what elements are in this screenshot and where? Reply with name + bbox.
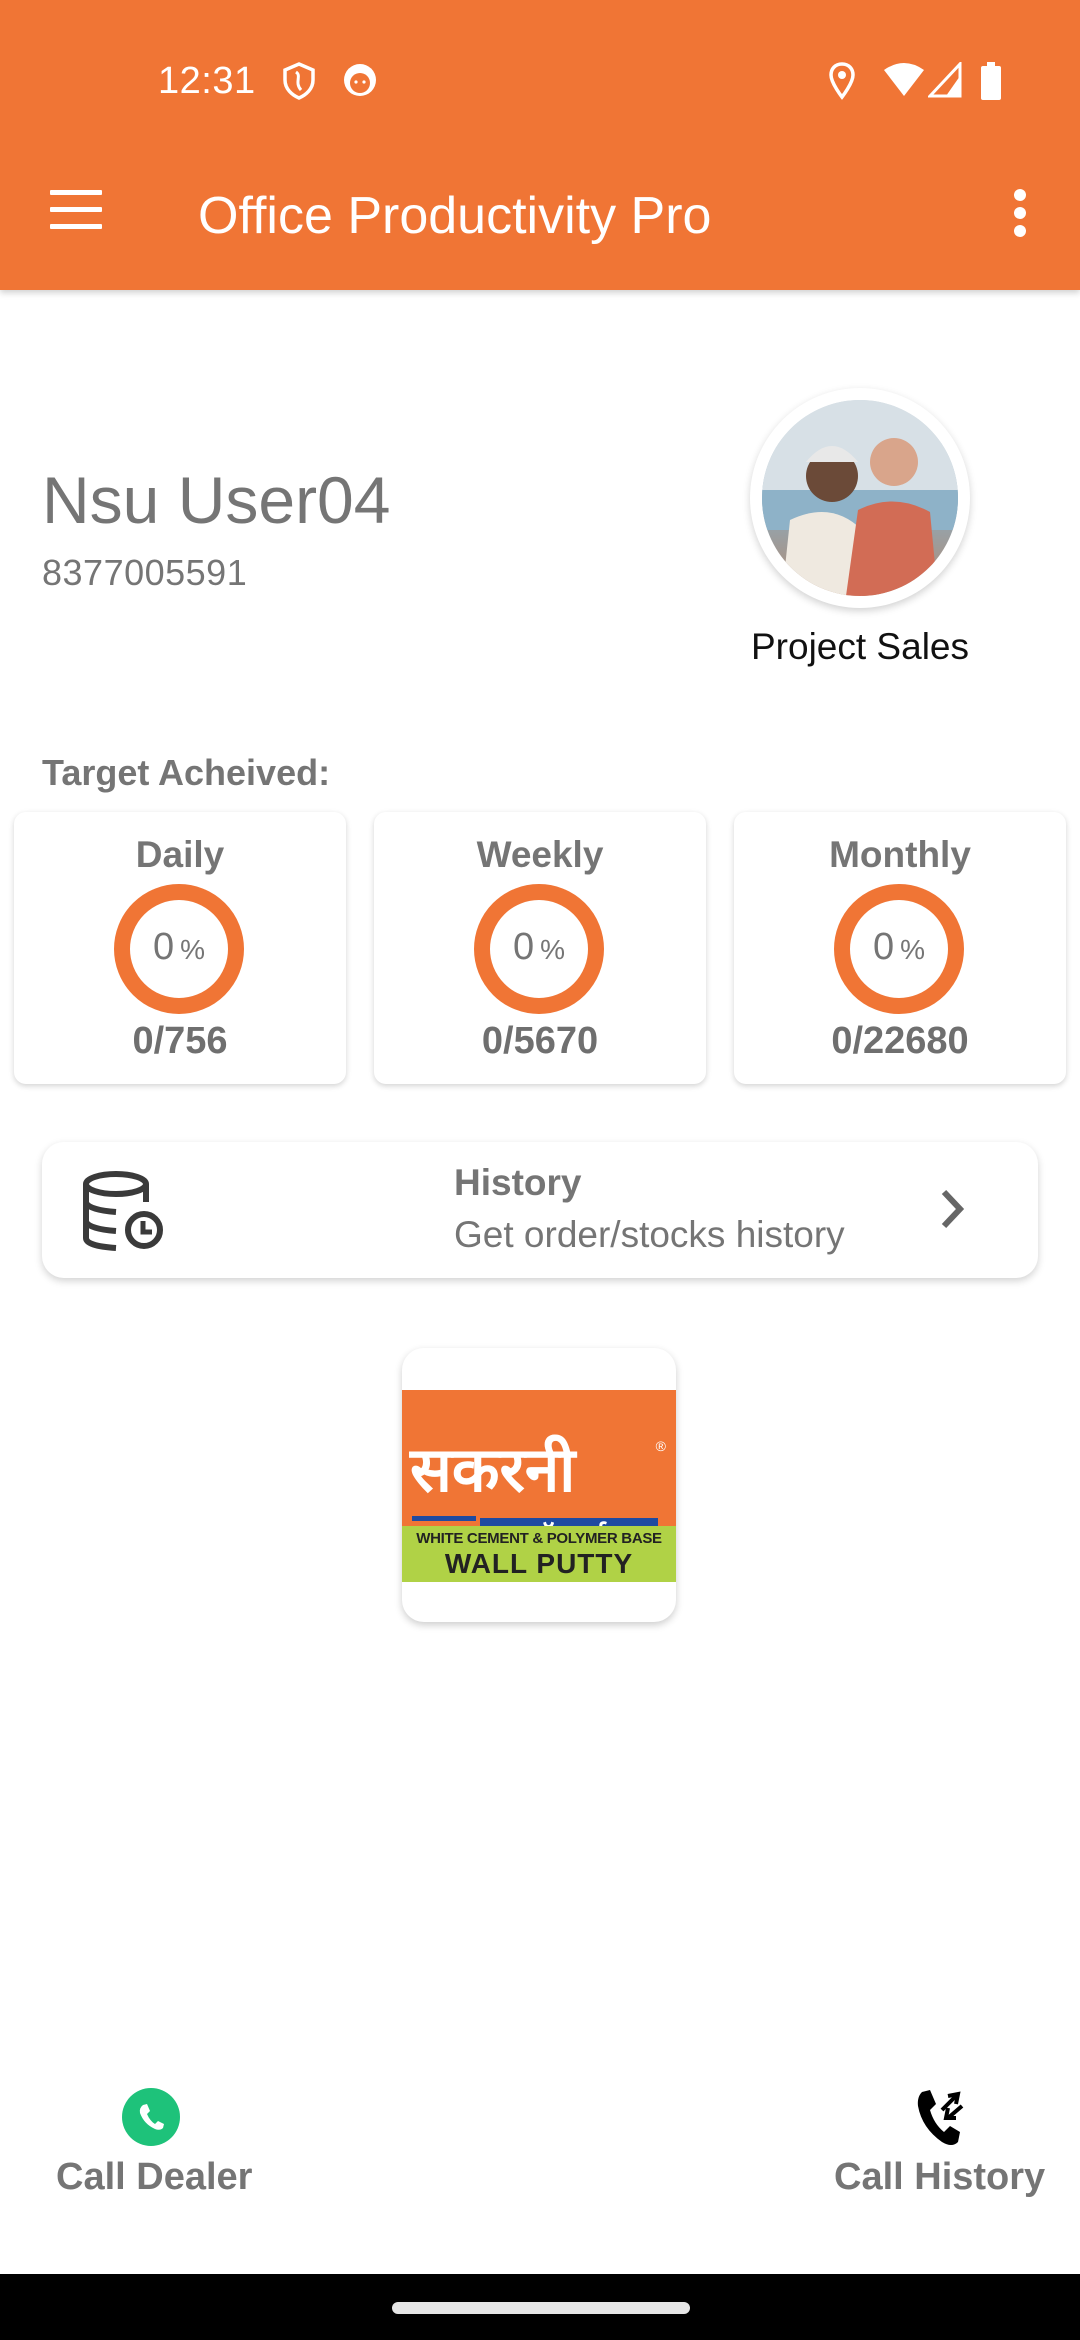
brand-logo-banner: सकरनी ® वॉलगार्ड	[402, 1390, 676, 1554]
target-count: 0/22680	[831, 1020, 969, 1062]
brand-tagline-line1: WHITE CEMENT & POLYMER BASE	[416, 1530, 662, 1547]
home-gesture-handle[interactable]	[392, 2302, 690, 2314]
target-percent: 0%	[152, 926, 206, 968]
user-phone: 8377005591	[42, 552, 248, 593]
user-name: Nsu User04	[42, 463, 391, 537]
wifi-icon	[884, 63, 924, 96]
target-period-label: Daily	[135, 834, 225, 875]
signal-icon	[928, 62, 962, 98]
location-icon	[829, 62, 855, 100]
call-dealer-label: Call Dealer	[56, 2156, 253, 2198]
target-count: 0/756	[132, 1020, 228, 1062]
brand-tagline: WHITE CEMENT & POLYMER BASE WALL PUTTY	[402, 1526, 676, 1582]
app-title: Office Productivity Pro	[198, 187, 712, 245]
target-percent: 0%	[872, 926, 926, 968]
history-subtitle: Get order/stocks history	[454, 1214, 845, 1255]
target-card-weekly: Weekly 0% 0/5670	[374, 812, 706, 1084]
user-role: Project Sales	[751, 626, 969, 667]
target-period-label: Monthly	[829, 834, 971, 875]
progress-ring: 0%	[114, 884, 244, 1014]
avatar-photo	[762, 400, 958, 596]
brand-tagline-line2: WALL PUTTY	[444, 1548, 634, 1579]
more-vert-icon[interactable]	[1000, 185, 1040, 241]
brand-hindi-name: सकरनी	[410, 1433, 576, 1506]
database-clock-icon	[83, 1171, 163, 1251]
chevron-right-icon	[941, 1189, 965, 1229]
cat-icon	[344, 64, 376, 96]
target-period-label: Weekly	[476, 834, 604, 875]
history-title: History	[454, 1162, 582, 1203]
battery-icon	[981, 62, 1001, 100]
app-bar: 12:31 Office Productivity Pro	[0, 0, 1080, 290]
shield-icon	[283, 62, 315, 100]
call-history-icon	[917, 2090, 964, 2145]
system-nav-bar	[0, 2274, 1080, 2340]
target-achieved-label: Target Acheived:	[42, 752, 331, 793]
history-button[interactable]: History Get order/stocks history	[42, 1142, 1038, 1278]
target-card-monthly: Monthly 0% 0/22680	[734, 812, 1066, 1084]
avatar[interactable]	[750, 388, 970, 608]
status-time: 12:31	[158, 60, 256, 102]
target-card-daily: Daily 0% 0/756	[14, 812, 346, 1084]
phone-icon	[122, 2088, 180, 2146]
progress-ring: 0%	[834, 884, 964, 1014]
target-percent: 0%	[512, 926, 566, 968]
registered-mark: ®	[655, 1438, 666, 1454]
brand-logo[interactable]: सकरनी ® वॉलगार्ड WHITE CEMENT & POLYMER …	[402, 1348, 676, 1622]
hamburger-menu-icon[interactable]	[44, 186, 108, 236]
target-count: 0/5670	[481, 1020, 599, 1062]
call-history-label: Call History	[834, 2156, 1046, 2198]
progress-ring: 0%	[474, 884, 604, 1014]
